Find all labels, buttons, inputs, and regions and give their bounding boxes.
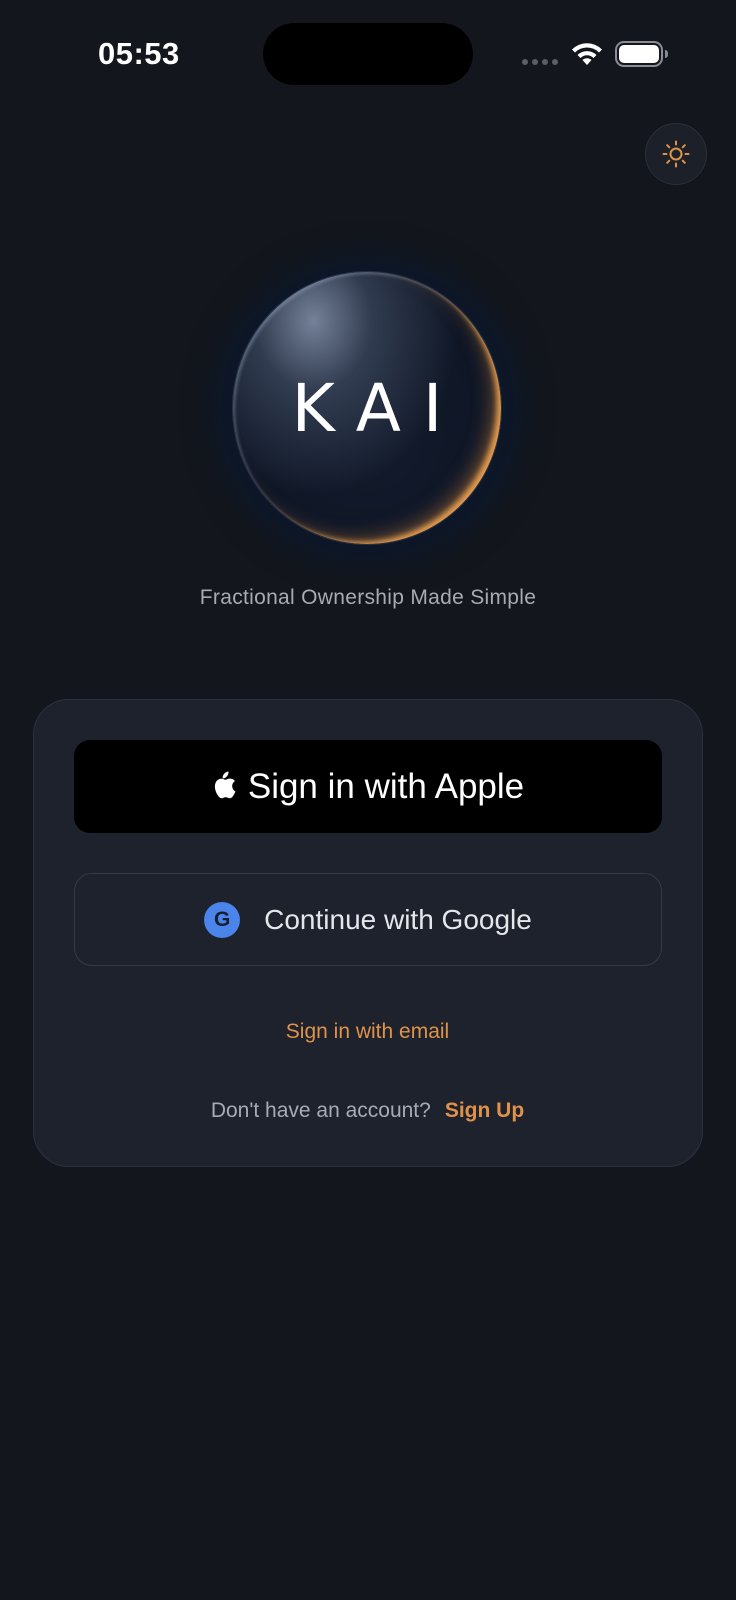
login-screen: 05:53 KAI Fractional Ownership Made Simp… xyxy=(0,0,736,1600)
continue-with-google-button[interactable]: G Continue with Google xyxy=(74,873,662,966)
dynamic-island xyxy=(263,23,473,85)
sun-icon xyxy=(662,140,690,168)
signup-prompt: Don't have an account? xyxy=(210,1099,431,1122)
tagline: Fractional Ownership Made Simple xyxy=(199,586,537,609)
sign-in-with-apple-button[interactable]: Sign in with Apple xyxy=(74,740,662,833)
battery-icon xyxy=(615,41,668,67)
auth-card: Sign in with Apple G Continue with Googl… xyxy=(33,699,703,1167)
apple-icon xyxy=(214,771,236,798)
google-icon: G xyxy=(204,901,241,938)
theme-toggle-button[interactable] xyxy=(645,123,707,185)
google-button-label: Continue with Google xyxy=(264,903,532,935)
sign-up-link[interactable]: Sign Up xyxy=(445,1099,524,1122)
status-time: 05:53 xyxy=(98,36,180,71)
logo-text: KAI xyxy=(291,369,465,447)
signup-row: Don't have an account? Sign Up xyxy=(34,1099,701,1123)
wifi-icon xyxy=(572,43,602,65)
apple-button-label: Sign in with Apple xyxy=(247,766,525,806)
cellular-signal-icon xyxy=(522,59,558,65)
sign-in-with-email-link[interactable]: Sign in with email xyxy=(34,1020,701,1044)
